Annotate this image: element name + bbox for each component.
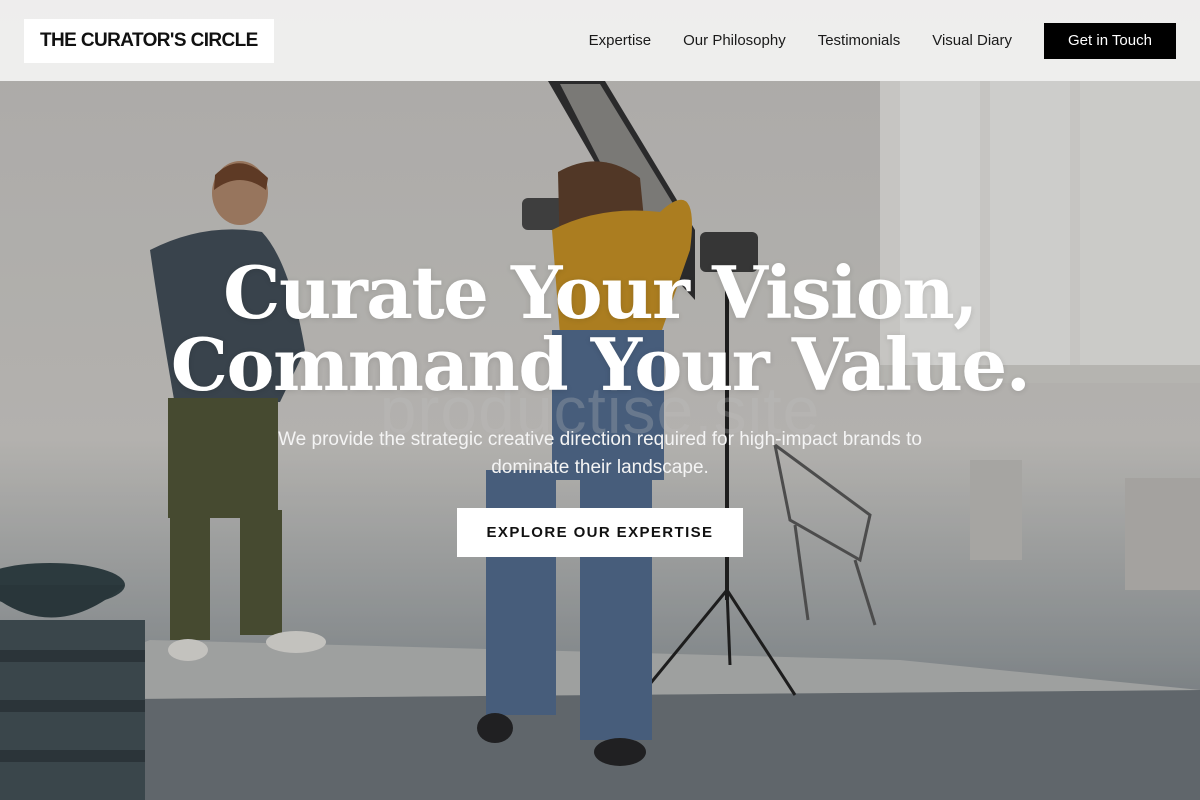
hero-title-line-2: Command Your Value. [170, 322, 1031, 407]
nav-link-our-philosophy[interactable]: Our Philosophy [683, 32, 786, 49]
brand-logo[interactable]: THE CURATOR'S CIRCLE [24, 18, 274, 63]
page: THE CURATOR'S CIRCLE Expertise Our Philo… [0, 0, 1200, 800]
hero-section: productise.site Curate Your Vision, Comm… [0, 0, 1200, 800]
hero-subtitle: We provide the strategic creative direct… [278, 429, 922, 478]
get-in-touch-button[interactable]: Get in Touch [1044, 22, 1176, 59]
nav-link-visual-diary[interactable]: Visual Diary [932, 32, 1012, 49]
top-navbar: THE CURATOR'S CIRCLE Expertise Our Philo… [0, 0, 1200, 81]
nav-link-testimonials[interactable]: Testimonials [818, 32, 901, 49]
hero-title-line-1: Curate Your Vision, [223, 250, 978, 335]
hero-title: Curate Your Vision, Command Your Value. [0, 257, 1200, 401]
main-nav: Expertise Our Philosophy Testimonials Vi… [557, 22, 1176, 59]
explore-expertise-button[interactable]: EXPLORE OUR EXPERTISE [457, 508, 743, 557]
nav-link-expertise[interactable]: Expertise [589, 32, 652, 49]
